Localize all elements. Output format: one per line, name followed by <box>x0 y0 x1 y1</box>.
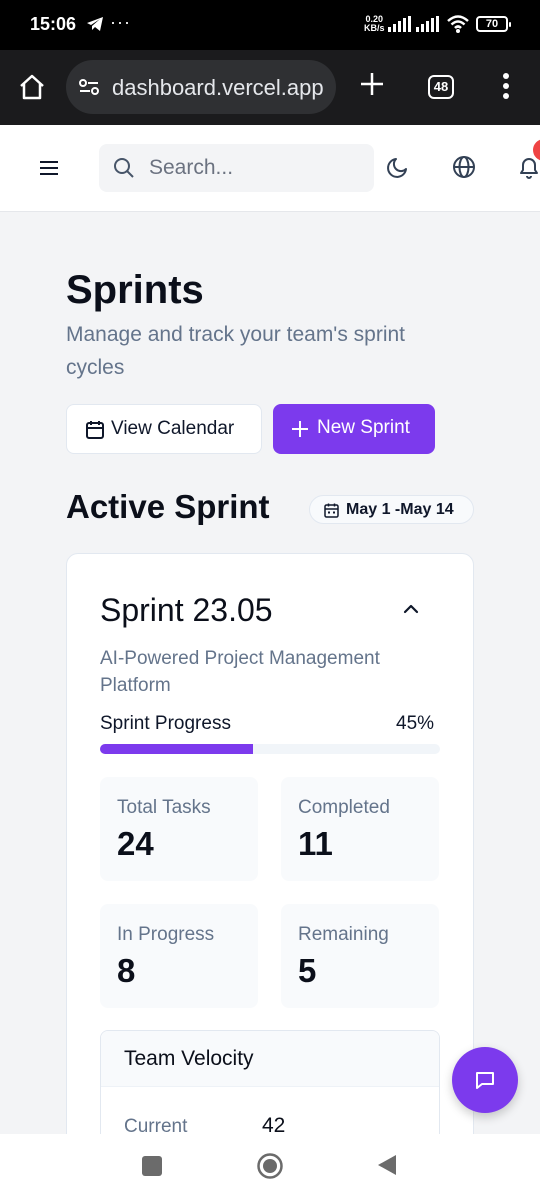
more-notifications-icon: ··· <box>110 12 131 32</box>
progress-bar-fill <box>100 744 253 754</box>
site-settings-icon[interactable] <box>78 77 100 102</box>
search-input[interactable]: Search... <box>99 144 374 192</box>
status-bar: 15:06 ··· 0.20 KB/s 70 <box>0 0 540 50</box>
chat-icon <box>474 1069 496 1096</box>
stat-card-remaining: Remaining 5 <box>281 904 439 1008</box>
browser-toolbar: dashboard.vercel.app 48 <box>0 50 540 125</box>
telegram-icon <box>86 16 104 37</box>
home-circle-icon[interactable] <box>256 1152 284 1185</box>
stat-label: In Progress <box>117 924 215 945</box>
date-range-badge: May 1 -May 14 <box>309 495 474 524</box>
search-icon <box>113 157 135 184</box>
globe-icon[interactable] <box>452 155 476 184</box>
progress-value: 45% <box>396 713 435 734</box>
team-velocity-title: Team Velocity <box>124 1047 254 1070</box>
signal-icon <box>388 16 412 37</box>
page-subtitle: Manage and track your team's sprint cycl… <box>66 323 406 379</box>
stat-label: Total Tasks <box>117 797 211 818</box>
chat-button[interactable] <box>452 1047 518 1113</box>
stat-label: Completed <box>298 797 390 818</box>
new-sprint-label: New Sprint <box>317 417 410 438</box>
view-calendar-button[interactable]: View Calendar <box>66 404 262 454</box>
search-placeholder: Search... <box>149 156 234 179</box>
home-icon[interactable] <box>18 74 46 105</box>
app-header: Search... <box>0 125 540 212</box>
stat-label: Remaining <box>298 924 389 945</box>
sprint-description: AI-Powered Project Management Platform <box>100 648 380 696</box>
stat-card-completed: Completed 11 <box>281 777 439 881</box>
recents-icon[interactable] <box>142 1156 162 1176</box>
progress-bar <box>100 744 440 754</box>
section-title: Active Sprint <box>66 488 270 525</box>
stat-value: 5 <box>298 952 317 989</box>
battery-icon: 70 <box>476 16 511 32</box>
tabs-icon[interactable]: 48 <box>428 75 454 99</box>
more-vertical-icon[interactable] <box>502 72 510 105</box>
team-velocity-header: Team Velocity <box>101 1031 439 1087</box>
new-tab-icon[interactable] <box>358 70 386 103</box>
plus-icon <box>291 420 309 443</box>
hamburger-menu-icon[interactable] <box>40 160 58 181</box>
wifi-icon <box>446 14 470 39</box>
progress-label: Sprint Progress <box>100 713 231 734</box>
stat-value: 24 <box>117 825 154 862</box>
stat-value: 11 <box>298 825 333 862</box>
address-bar[interactable]: dashboard.vercel.app <box>66 60 336 114</box>
stat-card-in-progress: In Progress 8 <box>100 904 258 1008</box>
new-sprint-button[interactable]: New Sprint <box>273 404 435 454</box>
chevron-up-icon[interactable] <box>402 602 420 621</box>
back-icon[interactable] <box>376 1153 398 1182</box>
stat-value: 8 <box>117 952 136 989</box>
date-range: May 1 -May 14 <box>346 501 454 518</box>
network-speed: 0.20 KB/s <box>364 15 385 33</box>
url-text[interactable]: dashboard.vercel.app <box>112 75 324 101</box>
view-calendar-label: View Calendar <box>111 418 235 439</box>
calendar-icon <box>324 503 339 523</box>
bell-icon[interactable] <box>518 155 540 184</box>
stat-card-total: Total Tasks 24 <box>100 777 258 881</box>
network-speed-unit: KB/s <box>364 23 385 33</box>
system-nav-bar <box>0 1134 540 1200</box>
status-time: 15:06 <box>30 14 77 34</box>
calendar-icon <box>85 420 105 445</box>
signal-icon <box>416 16 440 37</box>
sprint-name: Sprint 23.05 <box>100 592 273 628</box>
page-title: Sprints <box>66 268 204 312</box>
moon-icon[interactable] <box>386 155 410 184</box>
